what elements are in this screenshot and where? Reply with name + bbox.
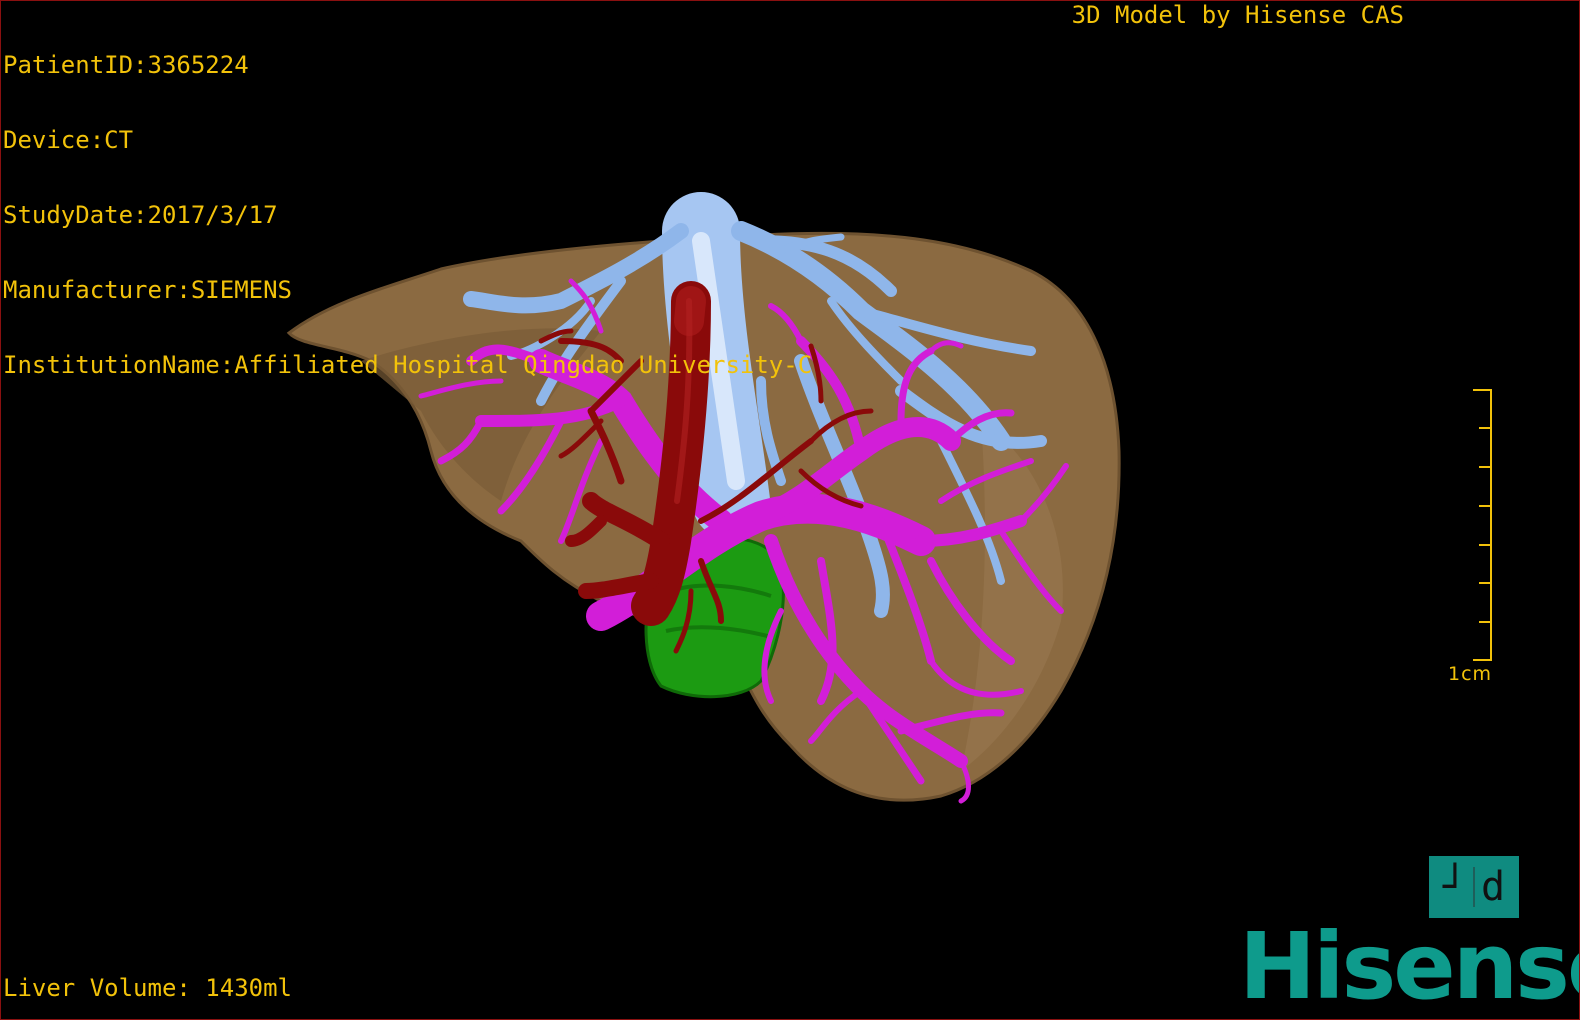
device-text: Device:CT: [3, 126, 134, 154]
hisense-logo: Hisense: [1239, 913, 1579, 1020]
scale-bar-label: 1cm: [1448, 663, 1493, 685]
orientation-left-glyph: ┘: [1442, 864, 1467, 910]
patient-info-overlay: PatientID:3365224 Device:CT StudyDate:20…: [3, 3, 812, 428]
manufacturer-text: Manufacturer:SIEMENS: [3, 276, 292, 304]
orientation-cube-button[interactable]: ┘ d: [1429, 856, 1519, 918]
institution-text: InstitutionName:Affiliated Hospital Qing…: [3, 351, 813, 379]
scale-bar: [1473, 389, 1492, 661]
model-credit-text: 3D Model by Hisense CAS: [1071, 1, 1404, 29]
orientation-right-glyph: d: [1481, 864, 1506, 910]
3d-viewport[interactable]: PatientID:3365224 Device:CT StudyDate:20…: [0, 0, 1580, 1020]
liver-volume-text: Liver Volume: 1430ml: [3, 974, 292, 1002]
study-date-text: StudyDate:2017/3/17: [3, 201, 278, 229]
orientation-divider: [1473, 867, 1475, 907]
patient-id-text: PatientID:3365224: [3, 51, 249, 79]
